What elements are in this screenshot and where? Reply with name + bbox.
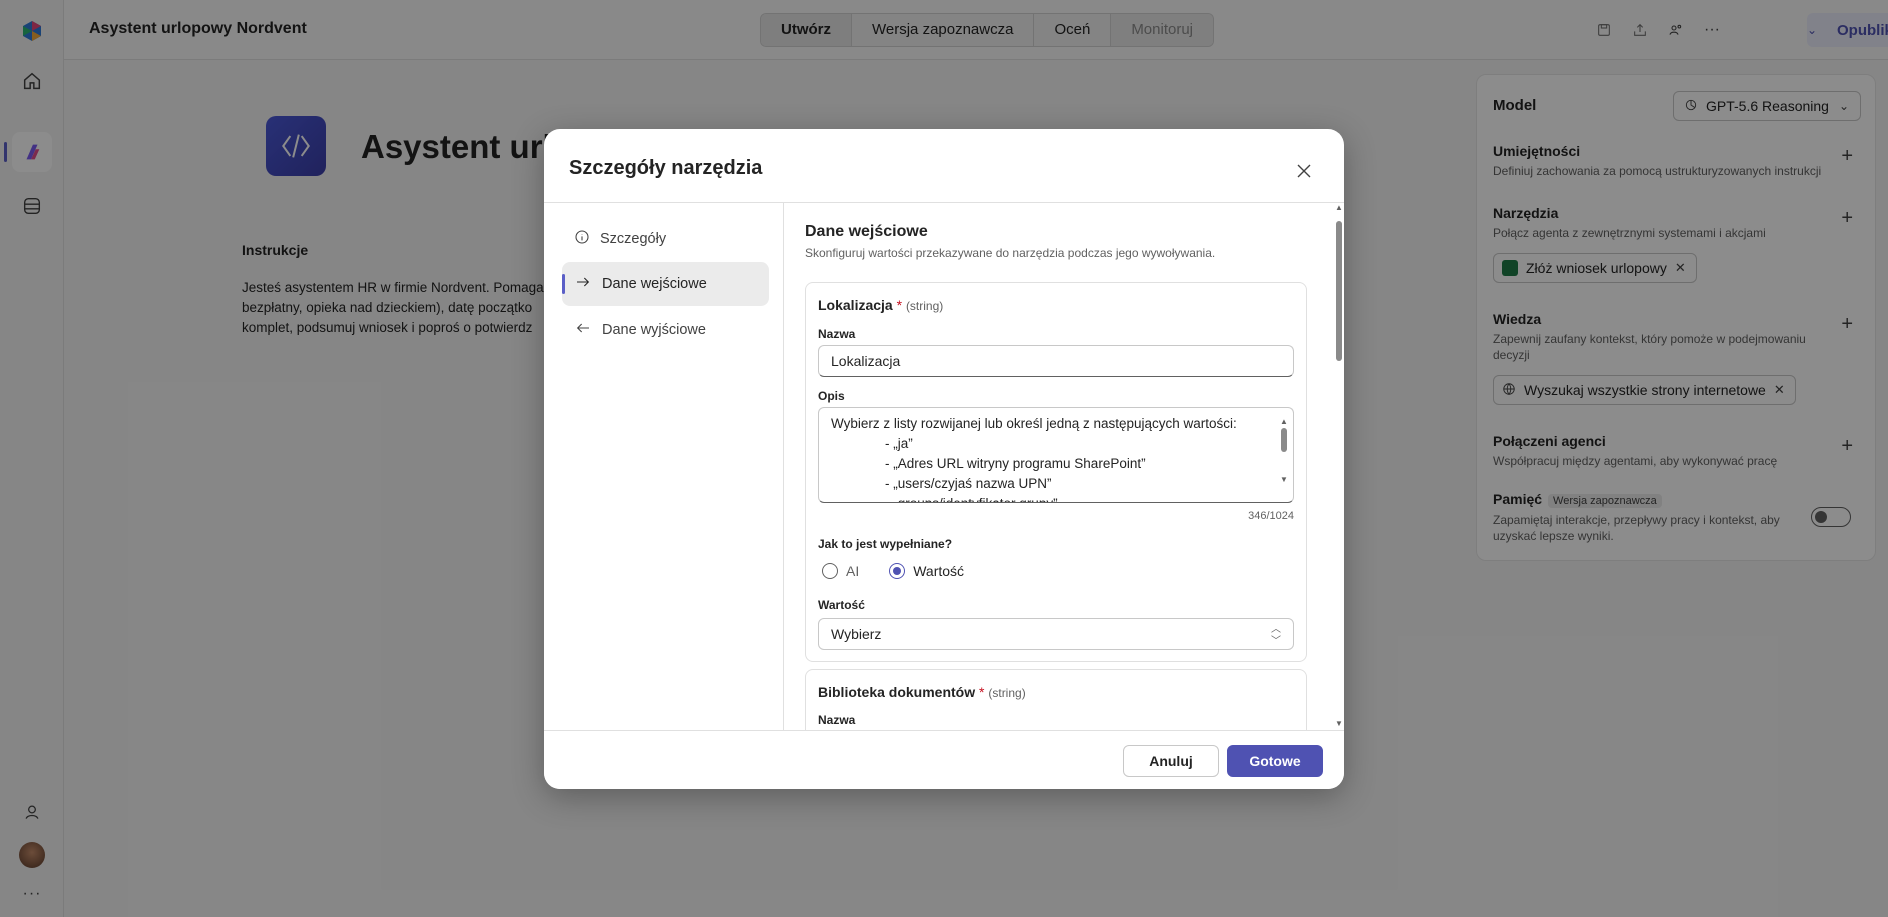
dialog-scroll-thumb[interactable]: [1336, 221, 1342, 361]
inputs-title: Dane wejściowe: [805, 223, 928, 240]
param-name: Biblioteka dokumentów: [818, 684, 976, 700]
required-marker: *: [979, 684, 985, 700]
param-name: Lokalizacja: [818, 297, 893, 313]
desc-line: - „ja”: [885, 436, 913, 451]
dialog-scrollbar[interactable]: ▲ ▼: [1335, 203, 1343, 729]
value-select[interactable]: Wybierz ︿ ﹀: [818, 618, 1294, 650]
radio-value[interactable]: [889, 563, 906, 579]
param-card-location: Lokalizacja * (string) Nazwa Lokalizacja…: [805, 282, 1307, 662]
value-label: Wartość: [818, 598, 865, 612]
required-marker: *: [896, 297, 903, 313]
textarea-scrollbar[interactable]: ▲ ▼: [1279, 412, 1289, 498]
desc-line: - „Adres URL witryny programu SharePoint…: [885, 456, 1146, 471]
desc-line: - „groups/identyfikator grupy”: [831, 494, 1281, 502]
name-label: Nazwa: [818, 713, 856, 727]
close-icon[interactable]: [1294, 161, 1314, 181]
cancel-button[interactable]: Anuluj: [1123, 745, 1219, 777]
nav-outputs-label: Dane wyjściowe: [602, 322, 706, 338]
param-card-library: Biblioteka dokumentów * (string) Nazwa: [805, 669, 1307, 730]
radio-ai-label: AI: [846, 563, 860, 579]
value-placeholder: Wybierz: [831, 626, 882, 642]
nav-details-label: Szczegóły: [600, 231, 667, 247]
scroll-up-icon[interactable]: ▲: [1335, 203, 1343, 212]
description-field[interactable]: Wybierz z listy rozwijanej lub określ je…: [818, 407, 1294, 503]
dialog-title: Szczegóły narzędzia: [569, 157, 763, 179]
desc-line: Wybierz z listy rozwijanej lub określ je…: [831, 416, 1237, 431]
char-counter: 346/1024: [1248, 510, 1294, 522]
arrow-right-icon: [574, 274, 592, 294]
name-field[interactable]: Lokalizacja: [818, 345, 1294, 377]
nav-inputs[interactable]: Dane wejściowe: [562, 262, 769, 306]
nav-details[interactable]: Szczegóły: [562, 217, 769, 261]
textarea-scroll-thumb[interactable]: [1281, 428, 1287, 452]
info-icon: [574, 229, 590, 249]
arrow-left-icon: [574, 320, 592, 340]
nav-outputs[interactable]: Dane wyjściowe: [562, 308, 769, 352]
fill-radio-group: AI Wartość: [814, 563, 964, 579]
param-type: (string): [905, 299, 944, 313]
dialog-nav: Szczegóły Dane wejściowe Dane wyjściowe: [544, 203, 784, 730]
desc-line: - „users/czyjaś nazwa UPN”: [885, 476, 1052, 491]
nav-inputs-label: Dane wejściowe: [602, 276, 707, 292]
param-type: (string): [988, 686, 1026, 700]
param-header: Biblioteka dokumentów * (string): [818, 684, 1026, 700]
radio-value-label: Wartość: [913, 563, 965, 579]
description-label: Opis: [818, 389, 845, 403]
inputs-desc: Skonfiguruj wartości przekazywane do nar…: [805, 246, 1216, 260]
scroll-down-icon[interactable]: ▼: [1280, 470, 1288, 490]
done-button[interactable]: Gotowe: [1227, 745, 1323, 777]
dialog-footer: Anuluj Gotowe: [544, 730, 1344, 789]
updown-chevron-icon: ︿ ﹀: [1271, 624, 1281, 647]
inputs-panel: Dane wejściowe Skonfiguruj wartości prze…: [785, 203, 1344, 730]
param-header: Lokalizacja * (string): [818, 297, 943, 313]
radio-ai[interactable]: [822, 563, 838, 579]
name-label: Nazwa: [818, 327, 856, 341]
scroll-down-icon[interactable]: ▼: [1335, 719, 1343, 728]
tool-details-dialog: Szczegóły narzędzia Szczegóły Dane wejśc…: [544, 129, 1344, 789]
fill-label: Jak to jest wypełniane?: [818, 537, 953, 551]
